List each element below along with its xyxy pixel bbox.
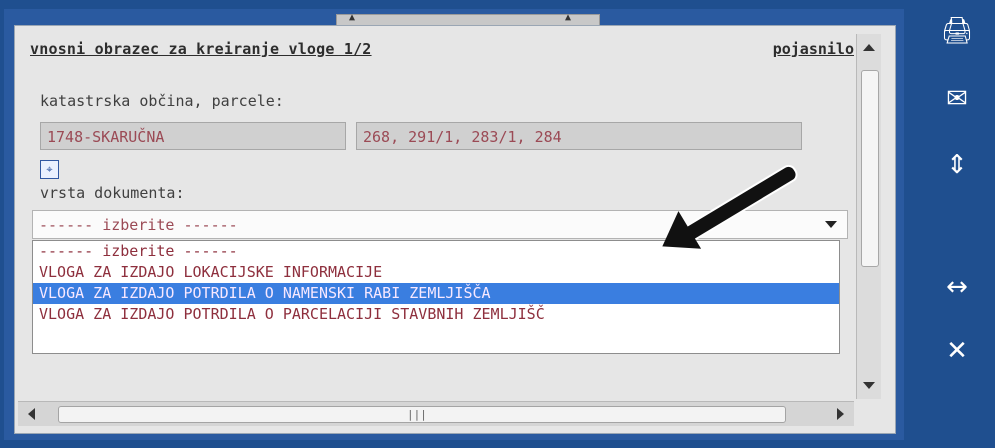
mail-icon[interactable]: ✉ xyxy=(940,82,974,116)
cadastral-label: katastrska občina, parcele: xyxy=(40,92,284,110)
cadastral-field[interactable]: 1748-SKARUČNA xyxy=(40,122,346,150)
close-icon[interactable]: ✕ xyxy=(940,334,974,368)
selected-option: ------ izberite ------ xyxy=(39,216,238,234)
form-title: vnosni obrazec za kreiranje vloge 1/2 xyxy=(30,40,372,58)
vertical-scroll-thumb[interactable] xyxy=(861,70,879,267)
printer-icon[interactable]: 🖨 xyxy=(940,14,974,48)
scroll-right-icon[interactable] xyxy=(837,408,844,420)
document-type-label: vrsta dokumenta: xyxy=(40,184,185,202)
list-item-selected[interactable]: VLOGA ZA IZDAJO POTRDILA O NAMENSKI RABI… xyxy=(33,283,839,304)
horizontal-scrollbar[interactable]: ||| xyxy=(18,401,854,426)
parcels-field[interactable]: 268, 291/1, 283/1, 284 xyxy=(356,122,802,150)
chevron-down-icon[interactable] xyxy=(825,221,837,228)
map-icon[interactable]: ⌖ xyxy=(40,160,59,179)
scroll-left-icon[interactable] xyxy=(28,408,35,420)
top-bar-right-arrow-icon: ▲ xyxy=(565,12,572,23)
top-bar-left-arrow-icon: ▲ xyxy=(349,12,356,23)
resize-icon[interactable]: ⇕ xyxy=(940,148,974,182)
scroll-up-icon[interactable] xyxy=(863,44,875,51)
form-content: vnosni obrazec za kreiranje vloge 1/2 po… xyxy=(18,34,854,396)
scroll-down-icon[interactable] xyxy=(863,382,875,389)
help-link[interactable]: pojasnilo xyxy=(773,40,854,58)
list-item[interactable]: VLOGA ZA IZDAJO POTRDILA O PARCELACIJI S… xyxy=(33,304,839,325)
vertical-scrollbar[interactable] xyxy=(856,34,881,399)
sidebar: 🖨 ✉ ⇕ ↔ ✕ xyxy=(922,0,995,448)
width-icon[interactable]: ↔ xyxy=(940,270,974,304)
scroll-grip: ||| xyxy=(407,408,427,421)
